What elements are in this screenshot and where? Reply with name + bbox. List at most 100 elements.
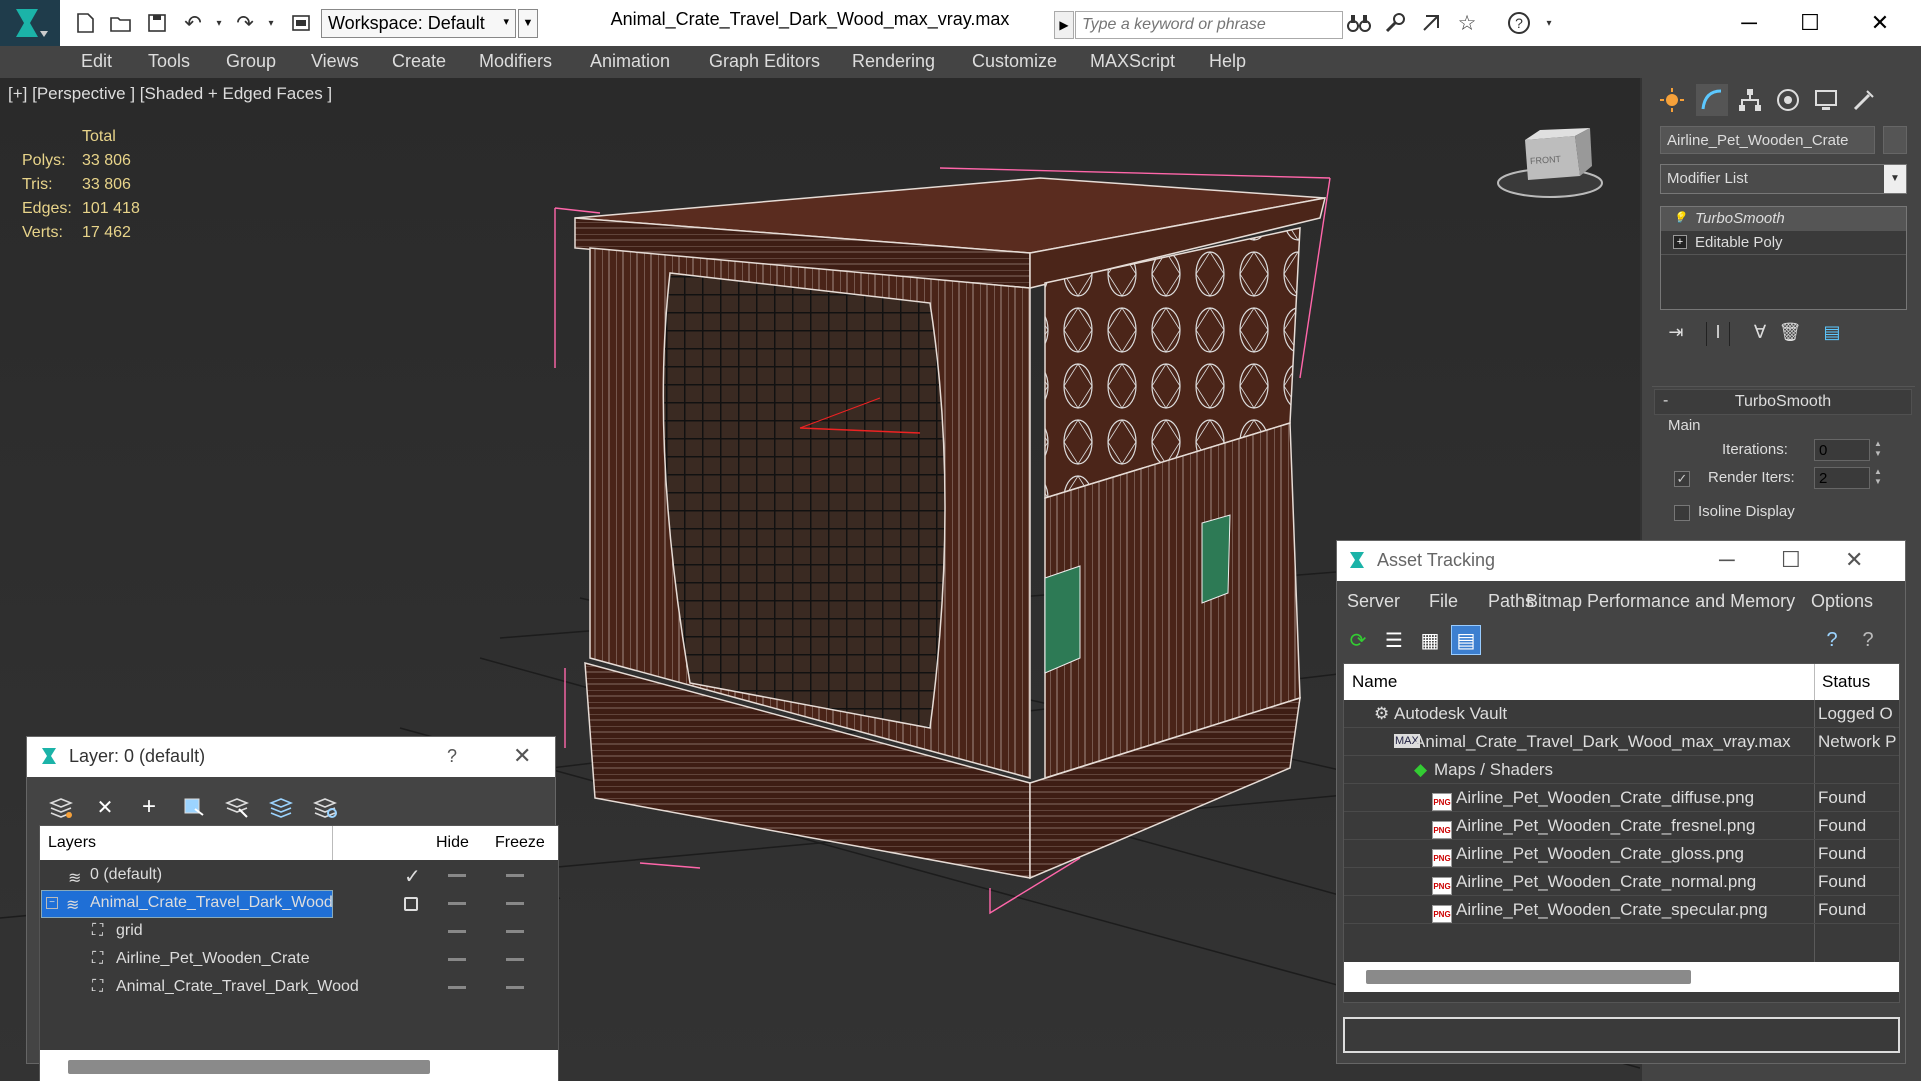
table-view-icon[interactable]: ▤: [1451, 625, 1481, 655]
workspace-select[interactable]: Workspace: Default ▾: [321, 9, 516, 38]
minimize-icon[interactable]: ─: [1719, 547, 1735, 573]
freeze-toggle[interactable]: [506, 874, 524, 877]
expand-plus-icon[interactable]: +: [1673, 235, 1687, 249]
set-current-layer-toggle[interactable]: [404, 897, 418, 911]
search-expand-button[interactable]: ▶: [1054, 11, 1074, 39]
viewport-label[interactable]: [+] [Perspective ] [Shaded + Edged Faces…: [8, 84, 332, 104]
column-layers[interactable]: Layers: [48, 834, 96, 852]
current-layer-check-icon[interactable]: ✓: [404, 864, 421, 889]
dialog-title-bar[interactable]: Asset Tracking ─ ☐ ✕: [1337, 541, 1905, 581]
help-button[interactable]: ?: [447, 746, 457, 767]
menu-help[interactable]: Help: [1209, 51, 1246, 72]
freeze-toggle[interactable]: [506, 902, 524, 905]
menu-options[interactable]: Options: [1811, 591, 1873, 612]
maximize-icon[interactable]: ☐: [1781, 547, 1801, 573]
asset-row[interactable]: PNG Airline_Pet_Wooden_Crate_specular.pn…: [1344, 896, 1899, 924]
menu-bitmap-performance[interactable]: Bitmap Performance and Memory: [1526, 591, 1795, 612]
hide-toggle[interactable]: [448, 958, 466, 961]
subscription-icon[interactable]: [1418, 10, 1444, 36]
menu-customize[interactable]: Customize: [972, 51, 1057, 72]
workspace-menu-button[interactable]: ▼: [518, 9, 538, 38]
minimize-icon[interactable]: ─: [1719, 6, 1779, 40]
pin-stack-icon[interactable]: ⇥: [1664, 322, 1688, 346]
menu-group[interactable]: Group: [226, 51, 276, 72]
menu-file[interactable]: File: [1429, 591, 1458, 612]
select-objects-icon[interactable]: [179, 793, 207, 821]
stack-item-turbosmooth[interactable]: 💡 TurboSmooth: [1661, 207, 1906, 231]
new-file-icon[interactable]: [72, 10, 98, 36]
menu-tools[interactable]: Tools: [148, 51, 190, 72]
iterations-spinner-arrows[interactable]: ▲ ▼: [1874, 439, 1884, 461]
context-help-icon[interactable]: ?: [1853, 625, 1883, 655]
current-layer-icon[interactable]: [311, 793, 339, 821]
asset-row[interactable]: PNG Airline_Pet_Wooden_Crate_diffuse.png…: [1344, 784, 1899, 812]
new-layer-icon[interactable]: [47, 793, 75, 821]
help-icon[interactable]: ?: [1506, 10, 1532, 36]
menu-rendering[interactable]: Rendering: [852, 51, 935, 72]
asset-path-field[interactable]: [1343, 1017, 1900, 1053]
object-name[interactable]: Animal_Crate_Travel_Dark_Wood: [116, 975, 402, 1001]
help-icon[interactable]: ?: [1817, 625, 1847, 655]
object-name-field[interactable]: [1660, 126, 1875, 154]
utilities-tab-icon[interactable]: [1848, 84, 1880, 116]
layer-name[interactable]: 0 (default): [90, 863, 402, 889]
menu-maxscript[interactable]: MAXScript: [1090, 51, 1175, 72]
hide-toggle[interactable]: [448, 930, 466, 933]
close-icon[interactable]: ✕: [1850, 6, 1910, 40]
rollout-header[interactable]: - TurboSmooth: [1654, 389, 1912, 415]
horizontal-scrollbar-thumb[interactable]: [1366, 970, 1691, 984]
freeze-toggle[interactable]: [506, 958, 524, 961]
menu-server[interactable]: Server: [1347, 591, 1400, 612]
freeze-toggle[interactable]: [506, 986, 524, 989]
menu-animation[interactable]: Animation: [590, 51, 670, 72]
modify-tab-icon[interactable]: [1696, 84, 1728, 116]
thumbnail-view-icon[interactable]: ▦: [1415, 625, 1445, 655]
help-dropdown-icon[interactable]: ▾: [1536, 10, 1562, 36]
motion-tab-icon[interactable]: [1772, 84, 1804, 116]
object-name[interactable]: grid: [116, 919, 402, 945]
asset-row[interactable]: PNG Airline_Pet_Wooden_Crate_normal.png …: [1344, 868, 1899, 896]
column-name[interactable]: Name: [1352, 672, 1397, 692]
viewcube-face-label[interactable]: FRONT: [1530, 154, 1562, 166]
list-view-icon[interactable]: ☰: [1379, 625, 1409, 655]
configure-sets-icon[interactable]: ▤: [1820, 322, 1844, 346]
wrench-icon[interactable]: [1382, 10, 1408, 36]
stack-item-editable-poly[interactable]: + Editable Poly: [1661, 231, 1906, 255]
modifier-list-select[interactable]: Modifier List ▼: [1660, 164, 1907, 194]
open-file-icon[interactable]: [108, 10, 134, 36]
redo-icon[interactable]: ↷: [232, 10, 258, 36]
layer-row[interactable]: ⛶ Airline_Pet_Wooden_Crate: [40, 946, 558, 974]
make-unique-icon[interactable]: ∀: [1748, 322, 1772, 346]
column-freeze[interactable]: Freeze: [495, 834, 545, 852]
menu-graph-editors[interactable]: Graph Editors: [709, 51, 820, 72]
save-icon[interactable]: [144, 10, 170, 36]
column-status[interactable]: Status: [1822, 672, 1870, 692]
freeze-toggle[interactable]: [506, 930, 524, 933]
render-iters-checkbox[interactable]: ✓: [1674, 471, 1690, 487]
asset-row[interactable]: PNG Airline_Pet_Wooden_Crate_fresnel.png…: [1344, 812, 1899, 840]
column-hide[interactable]: Hide: [436, 834, 469, 852]
binoculars-icon[interactable]: [1346, 10, 1372, 36]
asset-row[interactable]: MAX Animal_Crate_Travel_Dark_Wood_max_vr…: [1344, 728, 1899, 756]
iterations-spinner[interactable]: [1814, 439, 1870, 461]
layer-row[interactable]: ≋ 0 (default) ✓: [40, 862, 558, 890]
layer-row[interactable]: ⛶ grid: [40, 918, 558, 946]
show-end-result-icon[interactable]: I: [1706, 322, 1730, 346]
isoline-display-checkbox[interactable]: [1674, 505, 1690, 521]
display-tab-icon[interactable]: [1810, 84, 1842, 116]
asset-row[interactable]: ◆ Maps / Shaders: [1344, 756, 1899, 784]
close-icon[interactable]: ✕: [1845, 547, 1863, 573]
render-iters-spinner-arrows[interactable]: ▲ ▼: [1874, 467, 1884, 489]
project-folder-icon[interactable]: [288, 10, 314, 36]
asset-row[interactable]: ⚙ Autodesk Vault Logged O: [1344, 700, 1899, 728]
menu-modifiers[interactable]: Modifiers: [479, 51, 552, 72]
render-iters-spinner[interactable]: [1814, 467, 1870, 489]
layer-name[interactable]: Animal_Crate_Travel_Dark_Wood: [41, 890, 333, 918]
asset-row[interactable]: PNG Airline_Pet_Wooden_Crate_gloss.png F…: [1344, 840, 1899, 868]
search-input[interactable]: [1075, 11, 1343, 39]
menu-create[interactable]: Create: [392, 51, 446, 72]
delete-layer-icon[interactable]: ✕: [91, 793, 119, 821]
menu-views[interactable]: Views: [311, 51, 359, 72]
redo-dropdown-icon[interactable]: ▾: [258, 10, 284, 36]
undo-icon[interactable]: ↶: [180, 10, 206, 36]
